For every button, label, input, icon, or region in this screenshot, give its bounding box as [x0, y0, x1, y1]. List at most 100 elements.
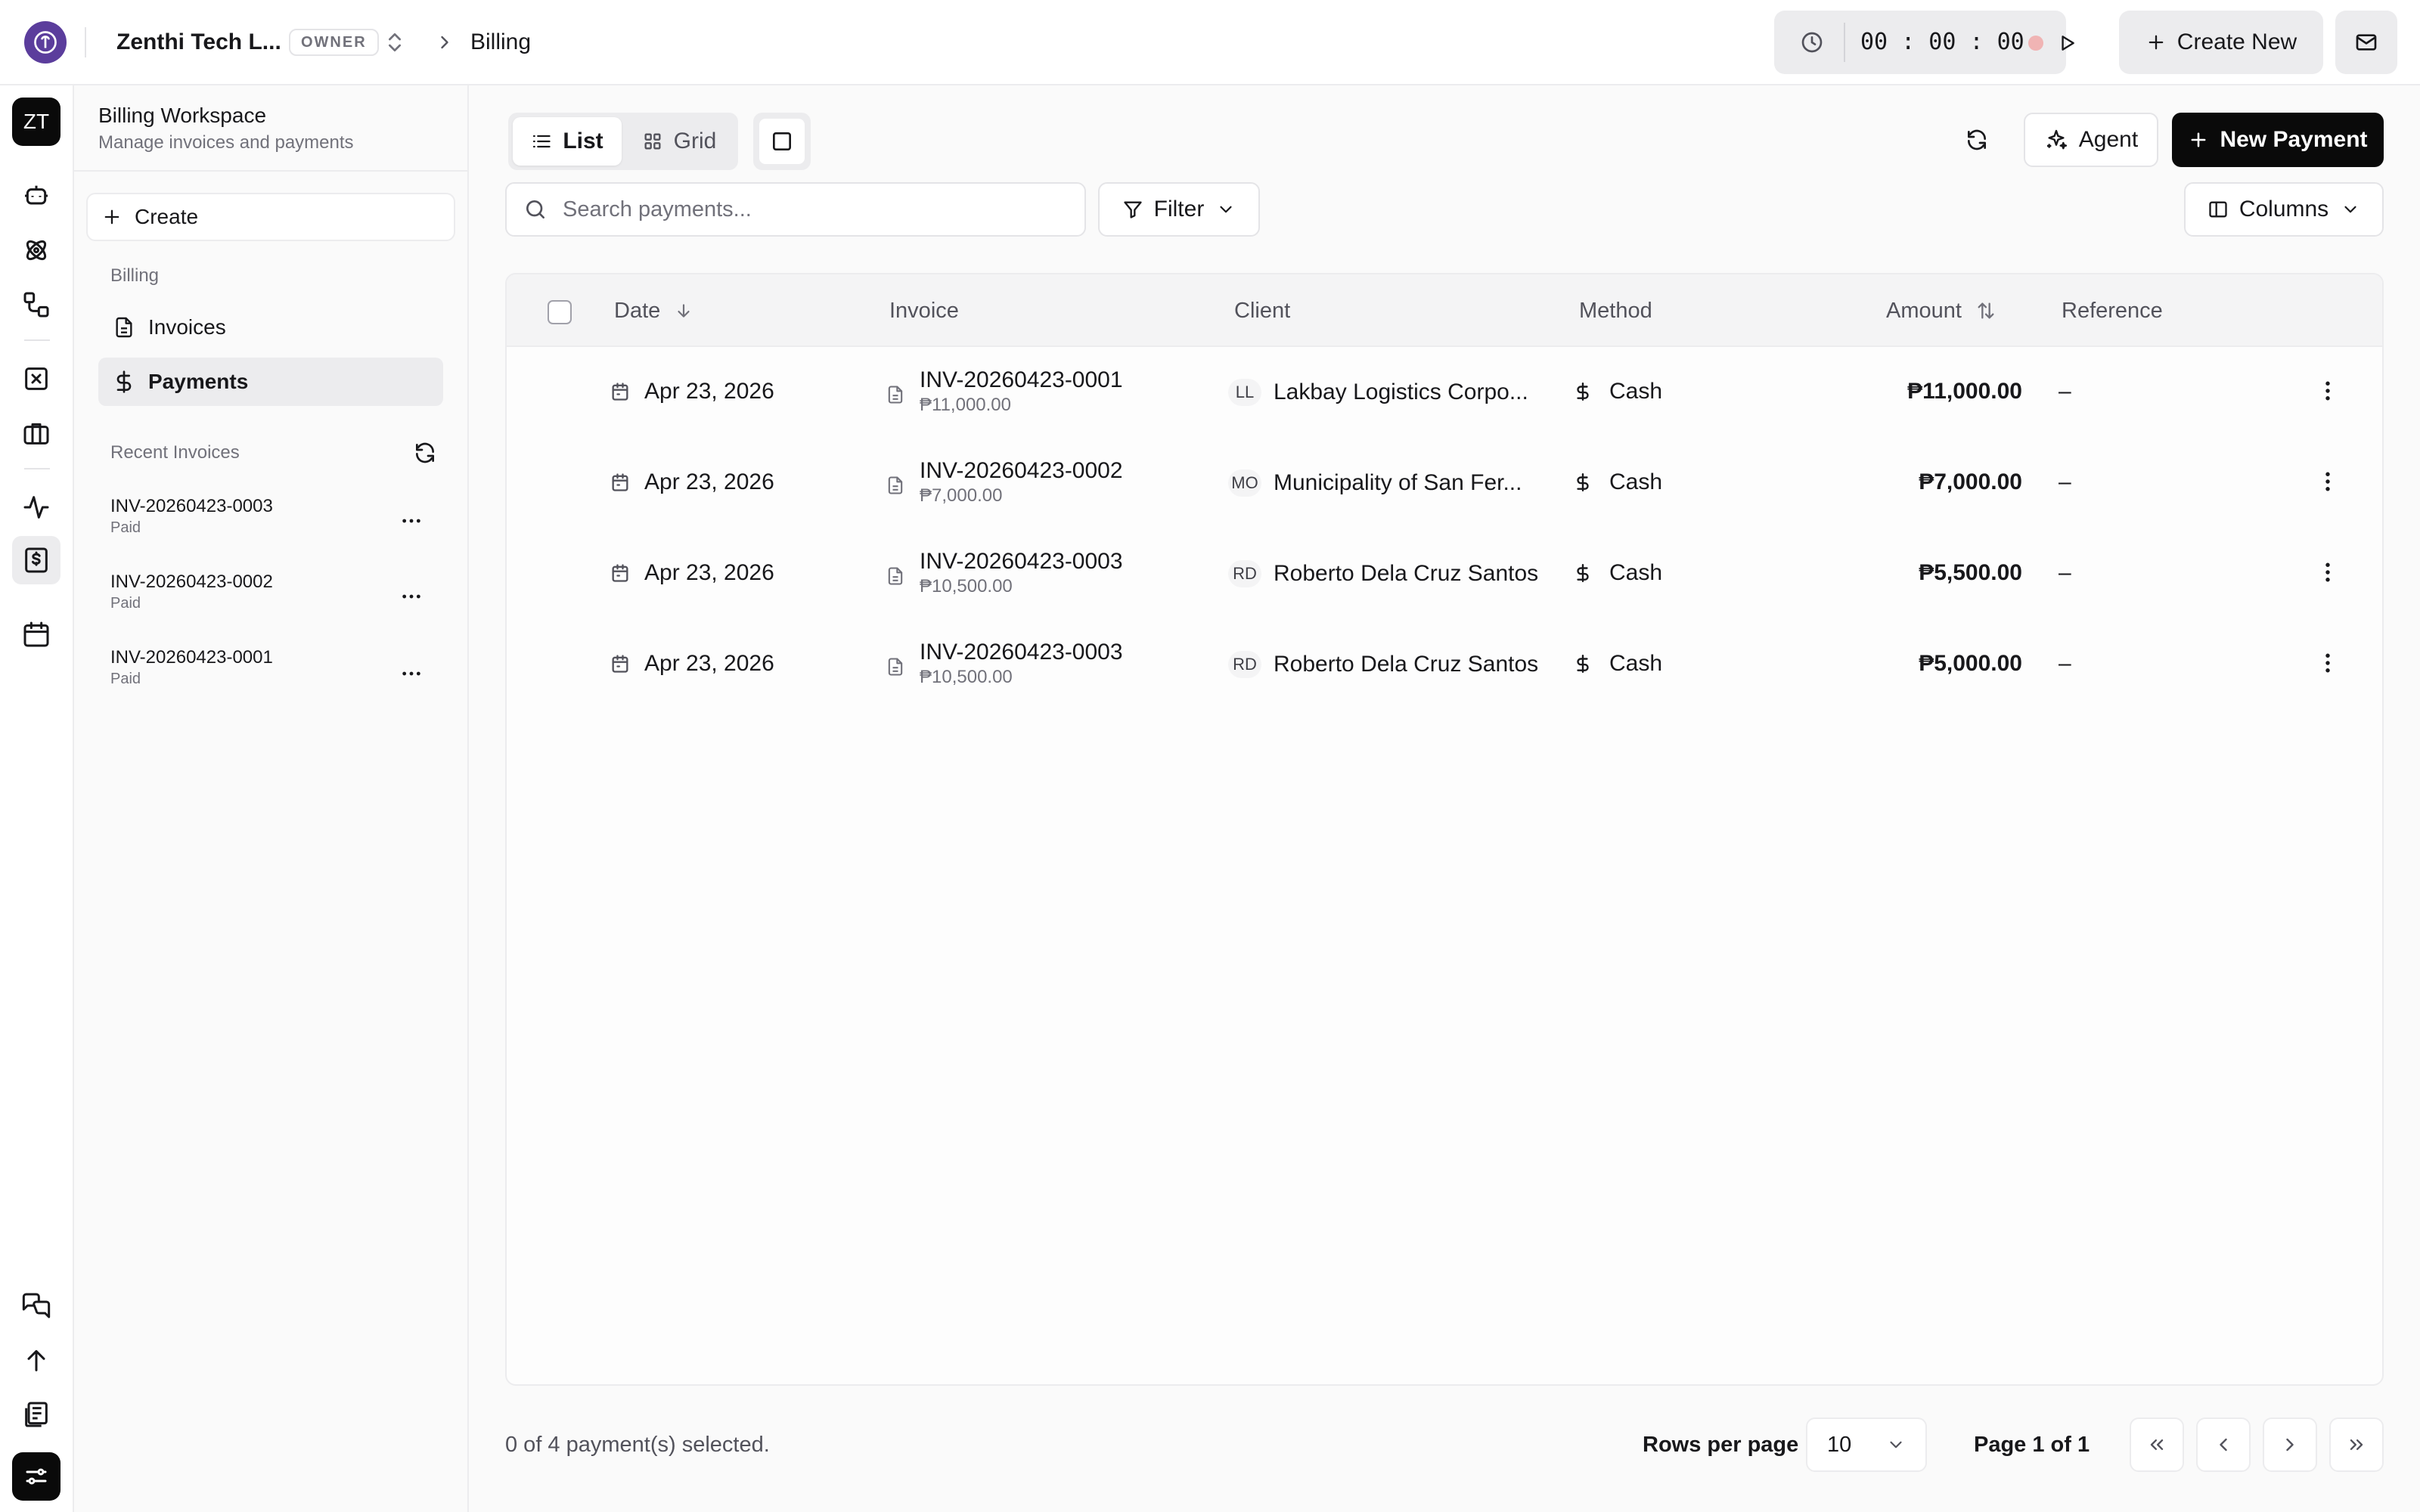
last-page-button[interactable] [2329, 1418, 2384, 1472]
top-bar: Zenthi Tech L... OWNER Billing 00 : 00 :… [0, 0, 2420, 85]
dollar-icon [1573, 472, 1593, 492]
next-page-button[interactable] [2263, 1418, 2317, 1472]
columns-button[interactable]: Columns [2184, 182, 2384, 237]
more-vertical-icon[interactable] [2314, 559, 2341, 586]
date-cell: Apr 23, 2026 [610, 651, 774, 677]
filter-button[interactable]: Filter [1098, 182, 1260, 237]
invoice-cell[interactable]: INV-20260423-0003 ₱10,500.00 [885, 548, 1123, 598]
time-tracker: 00 : 00 : 00 [1774, 11, 2074, 74]
clock-icon [1800, 30, 1824, 54]
more-horizontal-icon[interactable] [399, 584, 424, 609]
recent-invoice-id: INV-20260423-0003 [110, 496, 273, 516]
refresh-icon[interactable] [413, 441, 437, 465]
rows-per-page-select[interactable]: 10 [1806, 1418, 1927, 1472]
more-horizontal-icon[interactable] [399, 509, 424, 533]
chevrons-right-icon [2346, 1434, 2367, 1455]
invoice-cell[interactable]: INV-20260423-0003 ₱10,500.00 [885, 639, 1123, 689]
file-text-icon [885, 656, 906, 677]
client-name: Lakbay Logistics Corpo... [1274, 380, 1528, 404]
play-icon[interactable] [2057, 33, 2077, 53]
activity-icon[interactable] [21, 492, 51, 522]
chevron-right-icon [2279, 1434, 2301, 1455]
filter-icon [1122, 199, 1143, 220]
column-header-label: Amount [1886, 299, 1962, 323]
chevron-right-icon [434, 32, 455, 53]
settings-icon[interactable] [12, 1452, 60, 1501]
columns-icon [2207, 199, 2229, 220]
more-vertical-icon[interactable] [2314, 377, 2341, 404]
page-indicator: Page 1 of 1 [1974, 1433, 2090, 1457]
recent-invoice-id: INV-20260423-0001 [110, 647, 273, 668]
column-header-invoice[interactable]: Invoice [889, 297, 959, 324]
new-payment-button[interactable]: New Payment [2172, 113, 2384, 167]
sidebar-item-payments[interactable]: Payments [98, 358, 443, 406]
brand-logo[interactable] [24, 21, 67, 64]
invoice-total: ₱7,000.00 [920, 485, 1003, 506]
more-vertical-icon[interactable] [2314, 649, 2341, 677]
divider [85, 27, 86, 57]
more-horizontal-icon[interactable] [399, 662, 424, 686]
agent-button[interactable]: Agent [2024, 113, 2158, 167]
table-row[interactable]: Apr 23, 2026 INV-20260423-0003 ₱10,500.0… [507, 619, 2382, 710]
date-cell: Apr 23, 2026 [610, 469, 774, 495]
create-new-button[interactable]: Create New [2119, 11, 2323, 74]
invoice-number: INV-20260423-0001 [920, 367, 1123, 392]
search-input[interactable] [563, 197, 1016, 222]
view-grid-button[interactable]: Grid [626, 117, 732, 166]
calendar-icon [610, 562, 631, 584]
org-name[interactable]: Zenthi Tech L... [116, 27, 281, 57]
chevron-left-icon [2213, 1434, 2234, 1455]
view-list-button[interactable]: List [513, 117, 622, 166]
chevrons-up-down-icon[interactable] [383, 30, 407, 54]
column-header-client[interactable]: Client [1234, 297, 1290, 324]
more-vertical-icon[interactable] [2314, 468, 2341, 495]
upload-icon[interactable] [21, 1345, 51, 1375]
previous-page-button[interactable] [2196, 1418, 2251, 1472]
arrow-up-down-icon [1962, 300, 1996, 321]
file-text-icon [885, 384, 906, 405]
x-square-icon[interactable] [21, 364, 51, 394]
workflow-icon[interactable] [21, 290, 51, 320]
sidebar-item-invoices[interactable]: Invoices [98, 303, 443, 352]
select-all-checkbox[interactable] [548, 300, 572, 324]
refresh-icon[interactable] [1965, 128, 1989, 152]
file-text-icon [112, 315, 136, 339]
recent-invoice-item[interactable]: INV-20260423-0002 Paid [110, 571, 273, 613]
invoice-cell[interactable]: INV-20260423-0002 ₱7,000.00 [885, 457, 1123, 507]
agent-label: Agent [2078, 127, 2139, 152]
table-row[interactable]: Apr 23, 2026 INV-20260423-0001 ₱11,000.0… [507, 347, 2382, 438]
column-header-method[interactable]: Method [1579, 297, 1652, 324]
table-row[interactable]: Apr 23, 2026 INV-20260423-0003 ₱10,500.0… [507, 528, 2382, 619]
chevrons-left-icon [2146, 1434, 2167, 1455]
reports-icon[interactable] [21, 1399, 51, 1430]
file-text-icon [885, 475, 906, 496]
invoice-cell[interactable]: INV-20260423-0001 ₱11,000.00 [885, 367, 1123, 417]
search-field[interactable] [505, 182, 1086, 237]
new-payment-label: New Payment [2220, 127, 2368, 152]
billing-icon[interactable] [12, 536, 60, 584]
workspace-switcher[interactable]: ZT [12, 98, 60, 146]
breadcrumb-current[interactable]: Billing [470, 27, 531, 57]
calendar-icon[interactable] [21, 619, 51, 649]
column-header-date[interactable]: Date [614, 297, 693, 324]
timer-display: 00 : 00 : 00 [1860, 29, 2024, 55]
bot-icon[interactable] [21, 181, 51, 211]
invoice-number: INV-20260423-0002 [920, 458, 1123, 483]
payments-table: Date Invoice Client Method Amount Refere… [505, 273, 2384, 1386]
recent-invoice-item[interactable]: INV-20260423-0001 Paid [110, 646, 273, 689]
select-mode-button[interactable] [753, 113, 811, 170]
column-header-reference[interactable]: Reference [2062, 297, 2163, 324]
first-page-button[interactable] [2130, 1418, 2184, 1472]
payment-reference: – [2059, 379, 2071, 404]
mail-button[interactable] [2335, 11, 2397, 74]
atom-icon[interactable] [21, 235, 51, 265]
divider [1844, 23, 1845, 62]
column-header-amount[interactable]: Amount [1886, 297, 1996, 324]
recent-invoice-item[interactable]: INV-20260423-0003 Paid [110, 495, 273, 538]
table-row[interactable]: Apr 23, 2026 INV-20260423-0002 ₱7,000.00… [507, 438, 2382, 528]
briefcase-icon[interactable] [21, 418, 51, 448]
divider [24, 468, 50, 469]
create-button[interactable]: Create [86, 193, 455, 241]
view-grid-label: Grid [673, 129, 717, 153]
messages-icon[interactable] [21, 1290, 51, 1321]
